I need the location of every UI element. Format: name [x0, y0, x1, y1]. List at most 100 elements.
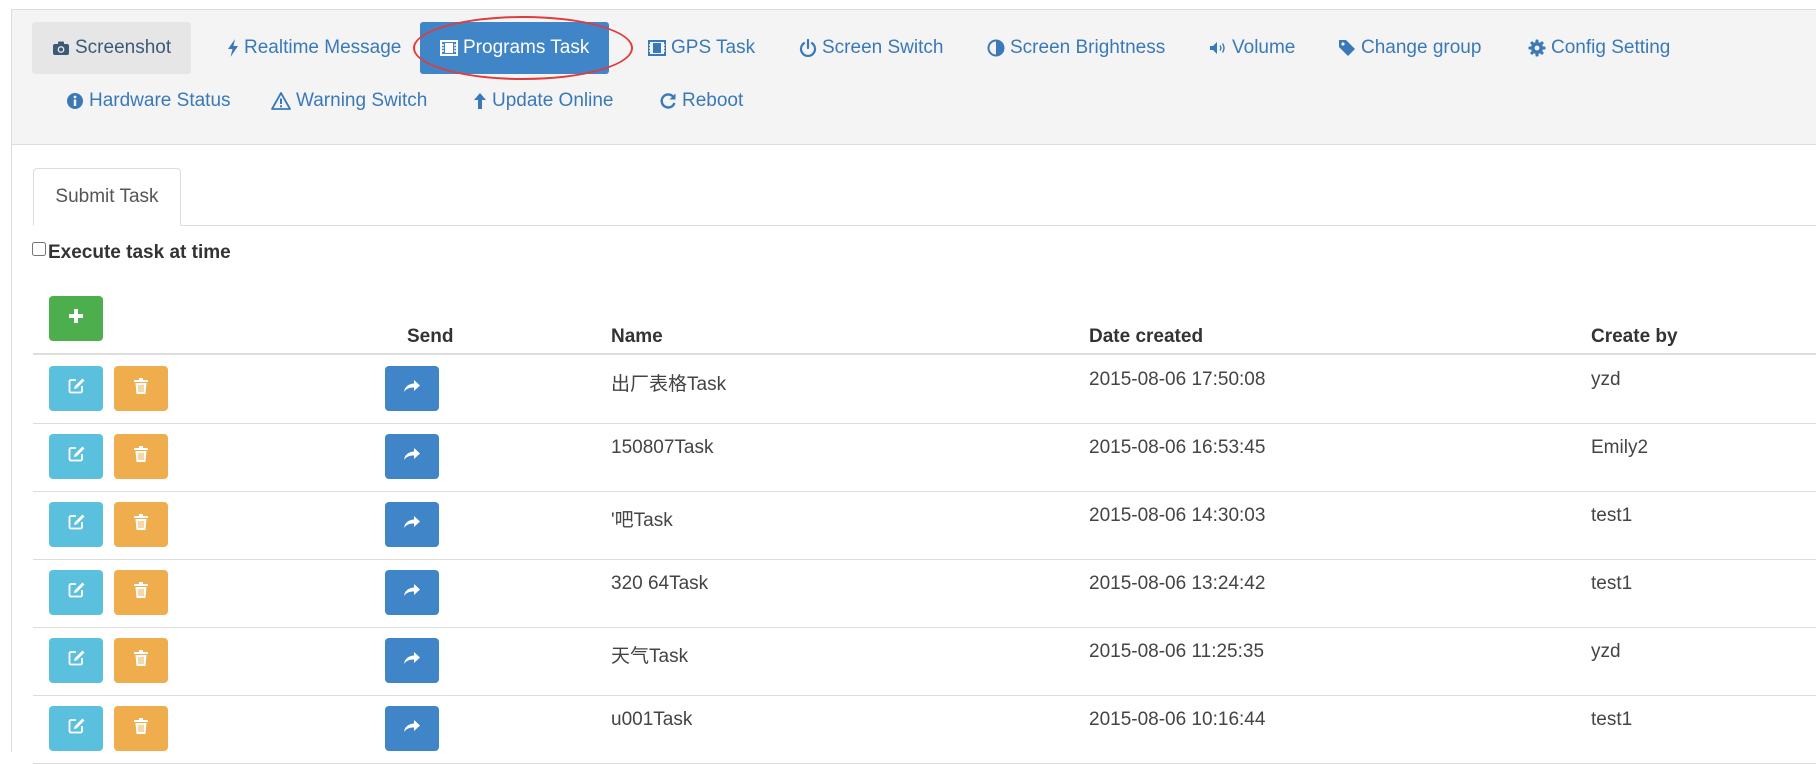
task-name: 出厂表格Task [611, 374, 727, 395]
execute-at-time-checkbox[interactable] [32, 242, 46, 256]
table-row: 320 64Task 2015-08-06 13:24:42 test1 [33, 559, 1816, 628]
edit-button[interactable] [49, 502, 103, 547]
task-name: 320 64Task [611, 573, 709, 594]
execute-at-time-label: Execute task at time [48, 242, 231, 263]
delete-button[interactable] [114, 502, 168, 547]
refresh-icon [659, 92, 677, 110]
send-button[interactable] [385, 706, 439, 751]
change-group-label: Change group [1361, 37, 1482, 58]
hardware-status-label: Hardware Status [89, 90, 231, 111]
edit-button[interactable] [49, 706, 103, 751]
share-icon [403, 719, 421, 738]
screen-brightness-label: Screen Brightness [1010, 37, 1166, 58]
table-row: 150807Task 2015-08-06 16:53:45 Emily2 [33, 423, 1816, 492]
edit-icon [67, 649, 85, 672]
header-date-created: Date created [1089, 326, 1204, 347]
task-create-by: test1 [1591, 709, 1633, 730]
header-name: Name [611, 326, 663, 347]
warning-switch-label: Warning Switch [296, 90, 428, 111]
send-button[interactable] [385, 638, 439, 683]
edit-icon [67, 513, 85, 536]
table-row: 出厂表格Task 2015-08-06 17:50:08 yzd [33, 355, 1816, 424]
volume-label: Volume [1232, 37, 1296, 58]
gps-task-button[interactable]: GPS Task [628, 22, 775, 74]
edit-icon [67, 717, 85, 740]
edit-icon [67, 377, 85, 400]
edit-button[interactable] [49, 434, 103, 479]
plus-icon [68, 308, 84, 329]
gear-icon [1528, 39, 1546, 57]
screen-brightness-button[interactable]: Screen Brightness [967, 22, 1185, 74]
info-icon [66, 92, 84, 110]
volume-icon [1209, 41, 1227, 55]
send-button[interactable] [385, 570, 439, 615]
share-icon [403, 447, 421, 466]
main-panel: Screenshot Realtime Message Programs Tas… [11, 9, 1816, 764]
realtime-message-button[interactable]: Realtime Message [207, 22, 421, 74]
edit-button[interactable] [49, 570, 103, 615]
bolt-icon [227, 38, 239, 57]
trash-icon [133, 649, 149, 672]
warning-switch-button[interactable]: Warning Switch [251, 75, 447, 127]
hardware-status-button[interactable]: Hardware Status [46, 75, 251, 127]
trash-icon [133, 513, 149, 536]
screen-switch-label: Screen Switch [822, 37, 944, 58]
task-name: 天气Task [611, 646, 689, 667]
delete-button[interactable] [114, 366, 168, 411]
programs-task-button[interactable]: Programs Task [420, 22, 610, 74]
add-task-button[interactable] [49, 296, 103, 341]
delete-button[interactable] [114, 638, 168, 683]
send-button[interactable] [385, 502, 439, 547]
task-name: u001Task [611, 709, 693, 730]
task-date-created: 2015-08-06 11:25:35 [1089, 641, 1265, 662]
send-button[interactable] [385, 434, 439, 479]
config-setting-button[interactable]: Config Setting [1508, 22, 1690, 74]
task-create-by: test1 [1591, 505, 1633, 526]
edit-button[interactable] [49, 366, 103, 411]
programs-task-label: Programs Task [463, 37, 590, 58]
task-create-by: yzd [1591, 369, 1621, 390]
update-online-button[interactable]: Update Online [453, 75, 633, 127]
power-icon [799, 38, 817, 57]
tab-divider [180, 225, 1816, 226]
reboot-label: Reboot [682, 90, 744, 111]
task-date-created: 2015-08-06 10:16:44 [1089, 709, 1266, 730]
execute-at-time-option: Execute task at time [32, 242, 231, 264]
arrow-up-icon [473, 92, 487, 110]
edit-icon [67, 445, 85, 468]
update-online-label: Update Online [492, 90, 614, 111]
send-button[interactable] [385, 366, 439, 411]
task-date-created: 2015-08-06 14:30:03 [1089, 505, 1266, 526]
volume-button[interactable]: Volume [1189, 22, 1315, 74]
screenshot-label: Screenshot [75, 37, 172, 58]
realtime-message-label: Realtime Message [244, 37, 402, 58]
tab-submit-task-label: Submit Task [55, 186, 159, 207]
adjust-icon [987, 39, 1005, 57]
trash-icon [133, 717, 149, 740]
film-icon [648, 39, 666, 56]
task-create-by: yzd [1591, 641, 1621, 662]
task-name: '吧Task [611, 510, 673, 531]
screenshot-button[interactable]: Screenshot [32, 22, 192, 74]
share-icon [403, 651, 421, 670]
trash-icon [133, 445, 149, 468]
task-create-by: Emily2 [1591, 437, 1649, 458]
trash-icon [133, 377, 149, 400]
table-row: u001Task 2015-08-06 10:16:44 test1 [33, 695, 1816, 764]
warning-icon [271, 92, 291, 110]
tab-submit-task[interactable]: Submit Task [33, 168, 181, 226]
delete-button[interactable] [114, 706, 168, 751]
change-group-button[interactable]: Change group [1318, 22, 1501, 74]
reboot-button[interactable]: Reboot [639, 75, 763, 127]
share-icon [403, 379, 421, 398]
gps-task-label: GPS Task [671, 37, 756, 58]
film-icon [440, 39, 458, 56]
share-icon [403, 515, 421, 534]
screen-switch-button[interactable]: Screen Switch [779, 22, 963, 74]
task-name: 150807Task [611, 437, 714, 458]
header-send: Send [407, 326, 454, 347]
delete-button[interactable] [114, 434, 168, 479]
share-icon [403, 583, 421, 602]
delete-button[interactable] [114, 570, 168, 615]
edit-button[interactable] [49, 638, 103, 683]
